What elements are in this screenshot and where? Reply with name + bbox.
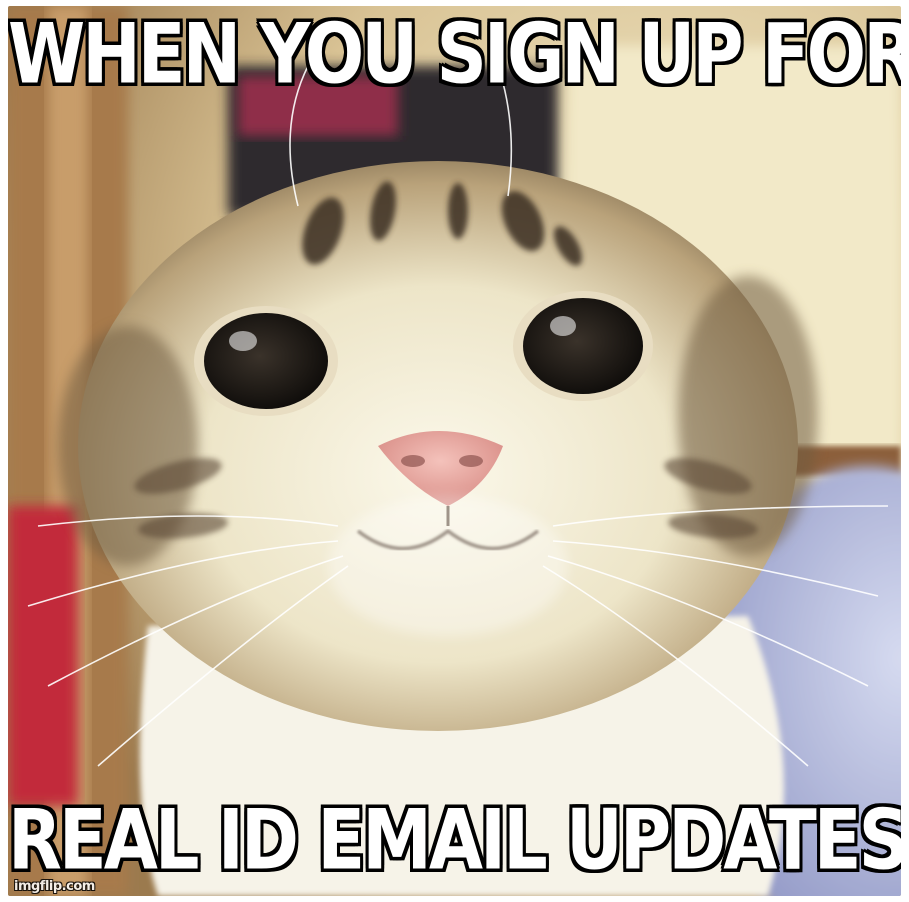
smiling-cat-icon (8, 6, 901, 896)
meme-top-caption: WHEN YOU SIGN UP FOR (8, 6, 901, 103)
meme-bottom-caption: REAL ID EMAIL UPDATES (8, 791, 901, 889)
imgflip-watermark: imgflip.com (14, 879, 95, 894)
meme-image-frame: WHEN YOU SIGN UP FOR REAL ID EMAIL UPDAT… (8, 6, 901, 896)
